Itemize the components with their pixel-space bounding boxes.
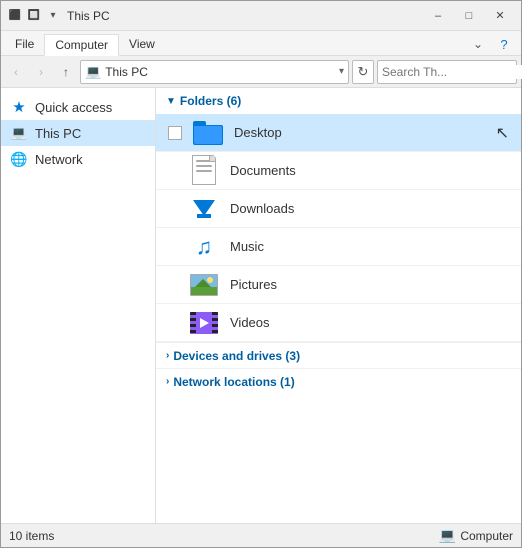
network-locations-section-label: Network locations (1) [173, 375, 294, 389]
sidebar-item-quick-access[interactable]: ★ Quick access [1, 94, 155, 120]
title-bar-app-icons: ⬛ 🔲 ▾ [7, 8, 61, 24]
title-bar-title: This PC [67, 9, 423, 23]
quick-access-toolbar: ▾ [45, 8, 61, 24]
network-locations-chevron-icon: › [166, 376, 169, 387]
folder-label-videos: Videos [230, 315, 509, 330]
music-folder-icon: ♫ [196, 234, 213, 260]
folder-item-pictures[interactable]: Pictures [156, 266, 521, 304]
status-computer-label: Computer [460, 529, 513, 543]
status-right: 💻 Computer [439, 527, 513, 544]
music-icon-wrap: ♫ [188, 231, 220, 263]
app-icon-2: 🔲 [26, 8, 42, 24]
status-pc-icon: 💻 [439, 527, 456, 544]
content-area: ▼ Folders (6) Desktop ↖ [156, 88, 521, 523]
this-pc-icon: 💻 [9, 123, 29, 143]
ribbon-collapse-button[interactable]: ⌄ [467, 33, 489, 55]
status-bar: 10 items 💻 Computer [1, 523, 521, 547]
devices-chevron-icon: › [166, 350, 169, 361]
up-button[interactable]: ↑ [55, 61, 77, 83]
title-bar-controls: – □ ✕ [423, 6, 515, 26]
documents-folder-icon [190, 155, 218, 187]
address-dropdown-icon[interactable]: ▾ [339, 66, 344, 77]
sidebar: ★ Quick access 💻 This PC 🌐 Network [1, 88, 156, 523]
desktop-folder-icon [193, 121, 223, 145]
folder-label-desktop: Desktop [234, 125, 486, 140]
tab-file[interactable]: File [5, 33, 44, 55]
folders-section-header[interactable]: ▼ Folders (6) [156, 88, 521, 114]
pictures-folder-icon [190, 274, 218, 296]
folder-label-downloads: Downloads [230, 201, 509, 216]
folder-label-music: Music [230, 239, 509, 254]
tab-view[interactable]: View [119, 33, 165, 55]
network-icon: 🌐 [9, 149, 29, 169]
address-text: This PC [105, 65, 335, 79]
close-button[interactable]: ✕ [485, 6, 515, 26]
minimize-button[interactable]: – [423, 6, 453, 26]
sidebar-item-network[interactable]: 🌐 Network [1, 146, 155, 172]
downloads-folder-icon [190, 195, 218, 223]
folder-label-pictures: Pictures [230, 277, 509, 292]
videos-folder-icon [190, 312, 218, 334]
cursor-arrow: ↖ [496, 123, 509, 143]
desktop-icon-wrap [192, 117, 224, 149]
desktop-checkbox[interactable] [168, 126, 182, 140]
sidebar-item-this-pc[interactable]: 💻 This PC [1, 120, 155, 146]
quick-access-icon: ★ [9, 97, 29, 117]
app-icon-1: ⬛ [7, 8, 23, 24]
folder-item-videos[interactable]: Videos [156, 304, 521, 342]
folder-item-music[interactable]: ♫ Music [156, 228, 521, 266]
title-bar: ⬛ 🔲 ▾ This PC – □ ✕ [1, 1, 521, 31]
sidebar-item-label-network: Network [35, 152, 83, 167]
network-locations-section-header[interactable]: › Network locations (1) [156, 368, 521, 394]
sidebar-item-label-this-pc: This PC [35, 126, 81, 141]
refresh-button[interactable]: ↻ [352, 60, 374, 84]
address-box[interactable]: 💻 This PC ▾ [80, 60, 349, 84]
address-pc-icon: 💻 [85, 64, 101, 80]
main-content: ★ Quick access 💻 This PC 🌐 Network ▼ Fol… [1, 88, 521, 523]
folder-item-desktop[interactable]: Desktop ↖ [156, 114, 521, 152]
address-bar-row: ‹ › ↑ 💻 This PC ▾ ↻ 🔍 [1, 56, 521, 88]
folders-chevron-icon: ▼ [166, 96, 176, 107]
ribbon: File Computer View ⌄ ? [1, 31, 521, 56]
pictures-icon-wrap [188, 269, 220, 301]
folder-item-documents[interactable]: Documents [156, 152, 521, 190]
folder-item-downloads[interactable]: Downloads [156, 190, 521, 228]
help-button[interactable]: ? [493, 33, 515, 55]
search-input[interactable] [382, 65, 522, 79]
tab-computer[interactable]: Computer [44, 34, 119, 56]
devices-section-label: Devices and drives (3) [173, 349, 300, 363]
status-item-count: 10 items [9, 529, 54, 543]
ribbon-tab-bar: File Computer View ⌄ ? [1, 31, 521, 55]
folder-label-documents: Documents [230, 163, 509, 178]
devices-section-header[interactable]: › Devices and drives (3) [156, 342, 521, 368]
folders-section-label: Folders (6) [180, 94, 241, 108]
forward-button[interactable]: › [30, 61, 52, 83]
maximize-button[interactable]: □ [454, 6, 484, 26]
documents-icon-wrap [188, 155, 220, 187]
videos-icon-wrap [188, 307, 220, 339]
sidebar-item-label-quick-access: Quick access [35, 100, 112, 115]
back-button[interactable]: ‹ [5, 61, 27, 83]
downloads-icon-wrap [188, 193, 220, 225]
search-box[interactable]: 🔍 [377, 60, 517, 84]
